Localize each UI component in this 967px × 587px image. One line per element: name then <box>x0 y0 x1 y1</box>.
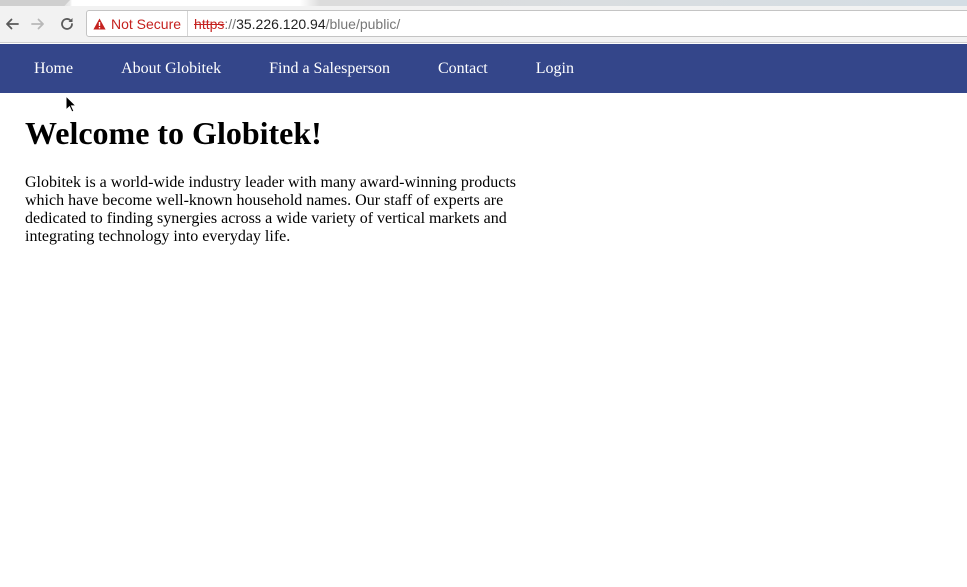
reload-icon <box>61 18 73 30</box>
url-host: 35.226.120.94 <box>236 15 326 32</box>
intro-paragraph: Globitek is a world-wide industry leader… <box>25 174 516 245</box>
url-text[interactable]: https://35.226.120.94/blue/public/ <box>188 16 400 32</box>
page-title: Welcome to Globitek! <box>25 115 322 151</box>
reload-button[interactable] <box>56 12 78 36</box>
forward-button[interactable] <box>27 12 49 36</box>
nav-link-home[interactable]: Home <box>0 44 97 93</box>
url-path: /blue/public/ <box>325 15 401 32</box>
arrow-right-icon <box>31 18 44 30</box>
back-button[interactable] <box>1 12 23 36</box>
nav-link-find-salesperson[interactable]: Find a Salesperson <box>245 44 414 93</box>
address-bar[interactable]: Not Secure https://35.226.120.94/blue/pu… <box>86 10 967 37</box>
nav-link-login[interactable]: Login <box>512 44 598 93</box>
arrow-left-icon <box>6 18 19 30</box>
security-label: Not Secure <box>111 15 182 32</box>
main-content: Welcome to Globitek! Globitek is a world… <box>25 93 545 246</box>
site-navigation: Home About Globitek Find a Salesperson C… <box>0 44 967 93</box>
warning-triangle-icon <box>93 18 106 29</box>
url-scheme: https <box>194 15 225 32</box>
security-indicator[interactable]: Not Secure <box>87 11 189 36</box>
nav-link-contact[interactable]: Contact <box>414 44 512 93</box>
browser-toolbar: Not Secure https://35.226.120.94/blue/pu… <box>0 6 967 43</box>
url-separator: :// <box>224 15 237 32</box>
nav-link-about[interactable]: About Globitek <box>97 44 245 93</box>
